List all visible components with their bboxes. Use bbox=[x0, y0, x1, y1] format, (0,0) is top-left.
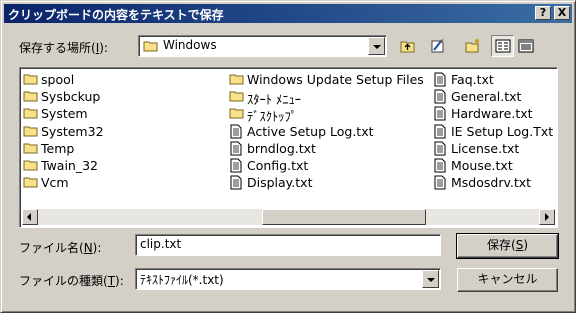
text-file-icon bbox=[230, 141, 242, 156]
new-folder-icon bbox=[465, 39, 479, 53]
favorites-button[interactable] bbox=[426, 35, 449, 57]
text-file-icon bbox=[230, 175, 242, 190]
save-dialog: クリップボードの内容をテキストで保存 ? X 保存する場所(I): Window… bbox=[0, 0, 576, 313]
file-name: ｽﾀｰﾄ ﾒﾆｭｰ bbox=[247, 92, 301, 108]
text-file-icon bbox=[434, 175, 446, 190]
up-folder-icon bbox=[400, 41, 415, 53]
filename-value: clip.txt bbox=[140, 237, 182, 251]
dialog-title: クリップボードの内容をテキストで保存 bbox=[8, 8, 224, 22]
filetype-label: ファイルの種類(T): bbox=[19, 274, 124, 288]
file-name: License.txt bbox=[451, 140, 520, 156]
file-name: IE Setup Log.Txt bbox=[451, 123, 554, 139]
up-folder-button[interactable] bbox=[396, 35, 419, 57]
details-view-button[interactable] bbox=[514, 35, 537, 57]
save-button[interactable]: 保存(S) bbox=[456, 233, 559, 259]
folder-icon bbox=[23, 91, 38, 102]
text-file-icon bbox=[434, 158, 446, 173]
file-name: spool bbox=[41, 72, 75, 87]
help-button[interactable]: ? bbox=[535, 6, 551, 20]
text-file-icon bbox=[230, 124, 242, 139]
text-file-icon bbox=[434, 89, 446, 104]
file-name: Temp bbox=[41, 140, 75, 156]
file-name: System32 bbox=[41, 123, 104, 139]
folder-icon bbox=[23, 143, 38, 154]
file-name: brndlog.txt bbox=[247, 140, 316, 156]
file-name: Hardware.txt bbox=[451, 106, 533, 122]
favorites-icon bbox=[431, 39, 444, 53]
file-name: Display.txt bbox=[247, 175, 313, 191]
file-name: Windows Update Setup Files bbox=[247, 72, 424, 87]
file-name: Vcm bbox=[41, 175, 69, 191]
file-name: Active Setup Log.txt bbox=[247, 123, 374, 139]
text-file-icon bbox=[434, 72, 446, 87]
folder-icon bbox=[23, 108, 38, 119]
folder-icon bbox=[23, 177, 38, 188]
filename-input[interactable]: clip.txt bbox=[135, 234, 441, 256]
close-button[interactable]: X bbox=[554, 6, 570, 20]
file-name: Twain_32 bbox=[41, 157, 99, 173]
file-name: Mouse.txt bbox=[451, 157, 513, 173]
file-name: System bbox=[41, 106, 88, 122]
file-name: Config.txt bbox=[247, 157, 309, 173]
scroll-left-button[interactable] bbox=[22, 209, 38, 225]
list-view-icon bbox=[495, 39, 511, 53]
filetype-combobox[interactable]: ﾃｷｽﾄﾌｧｲﾙ(*.txt) bbox=[135, 268, 441, 290]
folder-icon bbox=[23, 74, 38, 85]
text-file-icon bbox=[434, 124, 446, 139]
location-value: Windows bbox=[163, 38, 217, 52]
filename-label: ファイル名(N): bbox=[19, 241, 102, 255]
location-combobox[interactable]: Windows bbox=[138, 35, 387, 57]
file-name: Sysbckup bbox=[41, 89, 101, 105]
cancel-button[interactable]: キャンセル bbox=[457, 268, 558, 292]
folder-icon bbox=[143, 41, 158, 52]
new-folder-button[interactable] bbox=[461, 35, 484, 57]
title-bar[interactable]: クリップボードの内容をテキストで保存 ? X bbox=[4, 4, 572, 23]
folder-icon bbox=[229, 108, 244, 119]
details-view-icon bbox=[518, 39, 534, 53]
file-list[interactable]: spool Sysbckup System System32 Temp Twain_32 V… bbox=[19, 67, 558, 228]
location-label: 保存する場所(I): bbox=[19, 41, 108, 55]
filetype-value: ﾃｷｽﾄﾌｧｲﾙ(*.txt) bbox=[140, 273, 224, 287]
text-file-icon bbox=[434, 141, 446, 156]
filetype-dropdown-button[interactable] bbox=[422, 270, 439, 288]
scroll-right-button[interactable] bbox=[539, 209, 555, 225]
file-name: Msdosdrv.txt bbox=[451, 175, 532, 191]
list-view-button[interactable] bbox=[491, 35, 514, 57]
text-file-icon bbox=[434, 106, 446, 121]
scroll-thumb[interactable] bbox=[262, 209, 426, 225]
folder-icon bbox=[23, 160, 38, 171]
folder-icon bbox=[23, 126, 38, 137]
location-dropdown-button[interactable] bbox=[368, 37, 385, 55]
file-name: ﾃﾞｽｸﾄｯﾌﾟ bbox=[247, 109, 298, 125]
horizontal-scrollbar[interactable] bbox=[22, 209, 555, 225]
folder-icon bbox=[229, 91, 244, 102]
file-name: General.txt bbox=[451, 89, 522, 105]
file-name: Faq.txt bbox=[451, 72, 494, 87]
folder-icon bbox=[229, 74, 244, 85]
text-file-icon bbox=[230, 158, 242, 173]
